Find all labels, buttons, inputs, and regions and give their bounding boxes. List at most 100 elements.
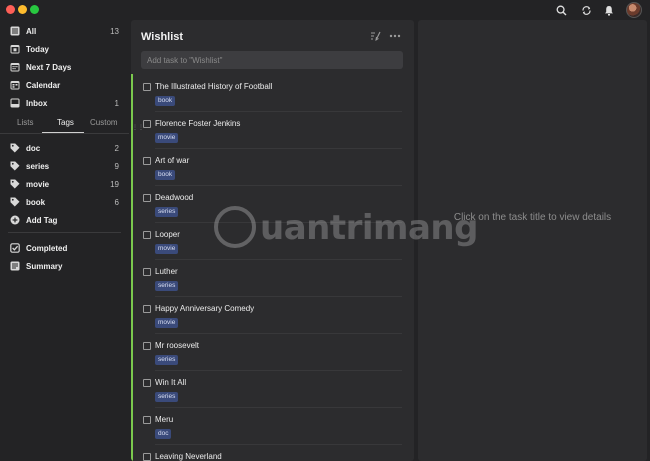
more-options-icon[interactable] xyxy=(389,30,401,42)
task-checkbox[interactable] xyxy=(143,231,151,239)
close-window-button[interactable] xyxy=(6,5,15,14)
task-tag[interactable]: series xyxy=(155,207,179,217)
task-checkbox[interactable] xyxy=(143,342,151,350)
today-icon xyxy=(9,44,20,55)
task-detail-panel: Click on the task title to view details xyxy=(418,20,647,461)
task-tag[interactable]: book xyxy=(155,170,176,180)
task-checkbox[interactable] xyxy=(143,453,151,461)
task-checkbox[interactable] xyxy=(143,416,151,424)
sidebar-item-count: 9 xyxy=(114,161,119,171)
add-task-input[interactable] xyxy=(141,51,403,69)
task-item[interactable]: The Illustrated History of Football book xyxy=(133,75,414,112)
sidebar-item-label: movie xyxy=(26,179,50,189)
avatar[interactable] xyxy=(626,2,642,18)
task-checkbox[interactable] xyxy=(143,194,151,202)
task-item[interactable]: Luther series xyxy=(133,260,414,297)
sidebar-item-label: Summary xyxy=(26,261,63,271)
task-checkbox[interactable] xyxy=(143,379,151,387)
task-tag[interactable]: series xyxy=(155,355,179,365)
tag-icon xyxy=(9,197,20,208)
task-title[interactable]: Win It All xyxy=(155,378,186,387)
sidebar-item-label: book xyxy=(26,197,46,207)
task-checkbox[interactable] xyxy=(143,268,151,276)
summary-icon xyxy=(9,261,20,272)
task-checkbox[interactable] xyxy=(143,120,151,128)
task-tag[interactable]: movie xyxy=(155,133,179,143)
task-checkbox[interactable] xyxy=(143,157,151,165)
task-tag[interactable]: movie xyxy=(155,318,179,328)
task-item[interactable]: Leaving Neverland xyxy=(133,445,414,461)
sidebar-item-count: 2 xyxy=(114,143,119,153)
task-title[interactable]: Leaving Neverland xyxy=(155,452,222,461)
task-list-panel: Wishlist The Illustrated History of Foot… xyxy=(131,20,414,461)
task-item[interactable]: Looper movie xyxy=(133,223,414,260)
sidebar-item-summary[interactable]: Summary xyxy=(0,257,129,275)
zoom-window-button[interactable] xyxy=(30,5,39,14)
sidebar-item-today[interactable]: Today xyxy=(0,40,129,58)
task-title[interactable]: The Illustrated History of Football xyxy=(155,82,272,91)
tag-icon xyxy=(9,143,20,154)
task-title[interactable]: Deadwood xyxy=(155,193,193,202)
divider xyxy=(8,232,121,233)
minimize-window-button[interactable] xyxy=(18,5,27,14)
sidebar-item-label: Inbox xyxy=(26,98,48,108)
sidebar-item-inbox[interactable]: Inbox 1 xyxy=(0,94,129,112)
task-tag[interactable]: movie xyxy=(155,244,179,254)
tab-lists[interactable]: Lists xyxy=(17,118,33,127)
task-item[interactable]: Art of war book xyxy=(133,149,414,186)
task-item[interactable]: Happy Anniversary Comedy movie xyxy=(133,297,414,334)
task-tag[interactable]: series xyxy=(155,281,179,291)
task-tag[interactable]: doc xyxy=(155,429,172,439)
tag-icon xyxy=(9,179,20,190)
tab-custom[interactable]: Custom xyxy=(90,118,118,127)
sidebar-tag-series[interactable]: series 9 xyxy=(0,157,129,175)
inbox-icon xyxy=(9,98,20,109)
sidebar-item-label: series xyxy=(26,161,50,171)
task-item[interactable]: Mr roosevelt series xyxy=(133,334,414,371)
task-title[interactable]: Meru xyxy=(155,415,173,424)
sidebar-item-all[interactable]: All 13 xyxy=(0,22,129,40)
divider xyxy=(0,133,129,134)
calendar-icon xyxy=(9,80,20,91)
sidebar-tag-book[interactable]: book 6 xyxy=(0,193,129,211)
add-tag-label: Add Tag xyxy=(26,215,58,225)
task-item[interactable]: ⋮⋮ Florence Foster Jenkins movie xyxy=(132,112,414,149)
bell-icon[interactable] xyxy=(602,3,616,17)
task-item[interactable]: Win It All series xyxy=(133,371,414,408)
task-checkbox[interactable] xyxy=(143,305,151,313)
task-title[interactable]: Art of war xyxy=(155,156,189,165)
task-title[interactable]: Happy Anniversary Comedy xyxy=(155,304,254,313)
sidebar-item-next-7-days[interactable]: Next 7 Days xyxy=(0,58,129,76)
detail-empty-hint: Click on the task title to view details xyxy=(453,212,612,223)
task-title[interactable]: Mr roosevelt xyxy=(155,341,199,350)
sidebar-tag-movie[interactable]: movie 19 xyxy=(0,175,129,193)
sidebar-item-completed[interactable]: Completed xyxy=(0,239,129,257)
sidebar-item-calendar[interactable]: Calendar xyxy=(0,76,129,94)
task-item[interactable]: Meru doc xyxy=(133,408,414,445)
sidebar-tab-bar: Lists Tags Custom xyxy=(0,114,129,134)
sidebar-item-count: 1 xyxy=(114,98,119,108)
sort-icon[interactable] xyxy=(369,30,381,42)
task-item[interactable]: Deadwood series xyxy=(133,186,414,223)
task-checkbox[interactable] xyxy=(143,83,151,91)
tab-tags[interactable]: Tags xyxy=(57,118,74,127)
sidebar-item-label: doc xyxy=(26,143,41,153)
checkbox-checked-icon xyxy=(9,243,20,254)
all-icon xyxy=(9,26,20,37)
task-title[interactable]: Florence Foster Jenkins xyxy=(155,119,240,128)
sidebar: All 13 Today Next 7 Days Calendar Inbox … xyxy=(0,20,129,461)
search-icon[interactable] xyxy=(554,3,568,17)
task-title[interactable]: Looper xyxy=(155,230,180,239)
plus-circle-icon xyxy=(9,215,20,226)
sidebar-item-label: Calendar xyxy=(26,80,61,90)
sidebar-item-label: Next 7 Days xyxy=(26,62,72,72)
task-tag[interactable]: series xyxy=(155,392,179,402)
add-tag-button[interactable]: Add Tag xyxy=(0,211,129,229)
sync-icon[interactable] xyxy=(579,3,593,17)
task-title[interactable]: Luther xyxy=(155,267,178,276)
sidebar-tag-doc[interactable]: doc 2 xyxy=(0,139,129,157)
sidebar-item-label: Today xyxy=(26,44,49,54)
task-tag[interactable]: book xyxy=(155,96,176,106)
list-title: Wishlist xyxy=(141,31,184,43)
sidebar-item-count: 13 xyxy=(110,26,119,36)
